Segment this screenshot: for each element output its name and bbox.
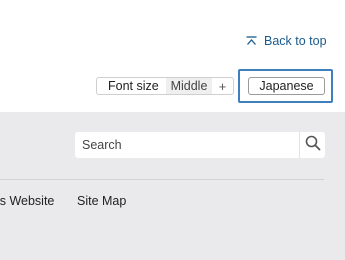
search-input[interactable] xyxy=(75,133,299,157)
footer-link-about-website[interactable]: his Website xyxy=(0,194,54,208)
search-button[interactable] xyxy=(299,132,325,158)
footer-link-site-map[interactable]: Site Map xyxy=(77,194,126,208)
font-size-increase-button[interactable]: + xyxy=(212,78,233,94)
font-size-control: Font size Middle + xyxy=(96,77,234,95)
font-size-label: Font size xyxy=(108,79,159,93)
search-icon xyxy=(305,135,321,156)
search-box xyxy=(75,132,325,158)
header-utility-bar: Back to top Font size Middle + Japanese xyxy=(0,0,345,112)
footer-divider xyxy=(0,179,324,180)
font-size-current-value[interactable]: Middle xyxy=(166,78,212,94)
footer-area: his Website Site Map xyxy=(0,112,345,260)
arrow-to-top-icon xyxy=(246,35,257,47)
back-to-top-label: Back to top xyxy=(264,34,327,48)
back-to-top-link[interactable]: Back to top xyxy=(246,33,327,49)
language-button[interactable]: Japanese xyxy=(248,77,325,95)
